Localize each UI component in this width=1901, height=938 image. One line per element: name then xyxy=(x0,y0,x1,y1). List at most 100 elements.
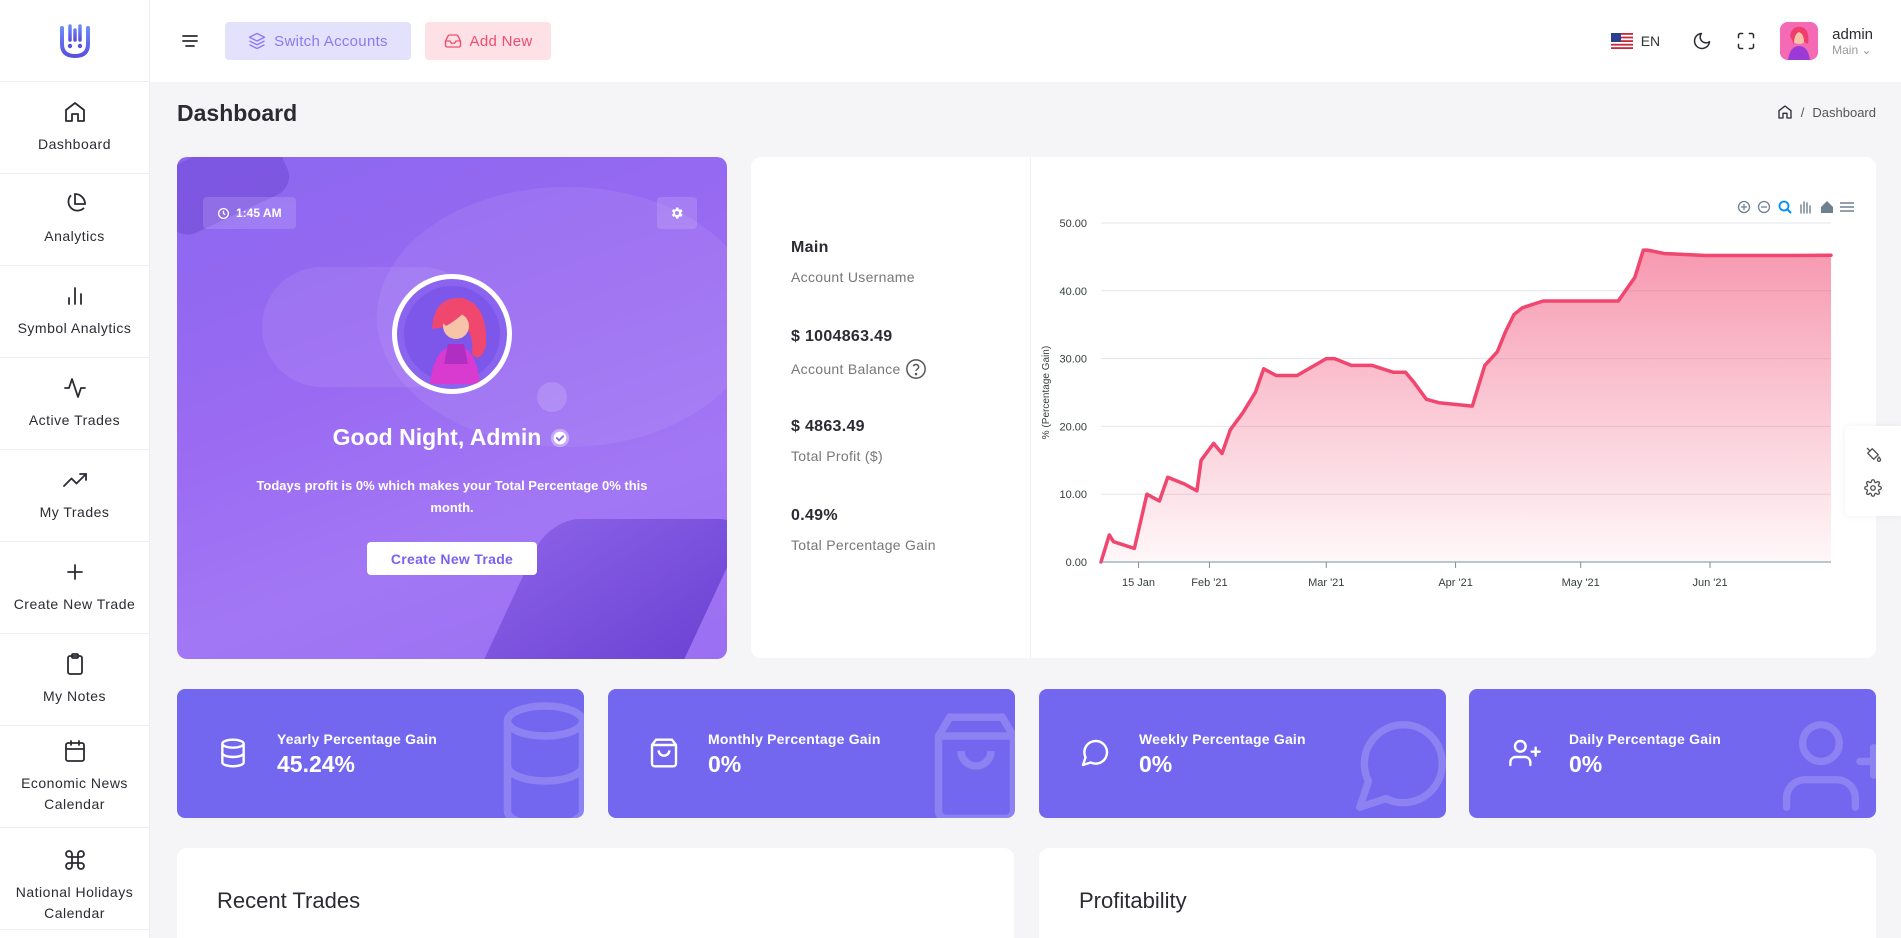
sidebar-item-my-trades[interactable]: My Trades xyxy=(0,450,149,542)
inbox-icon xyxy=(444,34,461,48)
summary-card-daily: Daily Percentage Gain 0% xyxy=(1469,689,1876,818)
decorative-ribbon xyxy=(484,519,727,659)
sidebar-item-my-notes[interactable]: My Notes xyxy=(0,634,149,726)
reset-home-icon[interactable] xyxy=(1821,201,1833,213)
sidebar-item-label: Dashboard xyxy=(38,136,111,152)
moon-icon[interactable] xyxy=(1692,31,1712,51)
message-circle-icon xyxy=(1356,721,1446,811)
percentage-gain-chart[interactable]: 0.00 10.00 20.00 30.00 40.00 50.00 15 Jan Feb '… xyxy=(1031,157,1876,658)
menu-icon[interactable] xyxy=(1840,202,1854,212)
summary-value: 45.24% xyxy=(277,751,356,777)
switch-accounts-button[interactable]: Switch Accounts xyxy=(225,22,411,60)
sidebar-item-national-holidays-calendar[interactable]: National Holidays Calendar xyxy=(0,828,149,930)
sidebar-item-label: My Notes xyxy=(42,688,107,704)
paint-bucket-icon[interactable] xyxy=(1864,445,1882,463)
sidebar-item-symbol-analytics[interactable]: Symbol Analytics xyxy=(0,266,149,358)
fullscreen-icon[interactable] xyxy=(1736,31,1756,51)
breadcrumb-current: Dashboard xyxy=(1812,104,1876,120)
summary-card-weekly: Weekly Percentage Gain 0% xyxy=(1039,689,1446,818)
y-tick-label: 50.00 xyxy=(1059,218,1087,230)
summary-title: Daily Percentage Gain xyxy=(1569,731,1722,747)
decorative-dot xyxy=(537,382,567,412)
summary-value: 0% xyxy=(1139,751,1173,777)
sidebar-item-economic-news-calendar[interactable]: Economic News Calendar xyxy=(0,726,149,828)
sidebar-item-create-new-trade[interactable]: Create New Trade xyxy=(0,542,149,634)
avatar[interactable] xyxy=(1780,22,1819,60)
menu-toggle-icon[interactable] xyxy=(180,32,200,50)
stat-total-profit: $ 4863.49 Total Profit ($) xyxy=(791,418,883,464)
app-logo[interactable] xyxy=(0,0,149,82)
pie-chart-icon xyxy=(67,193,86,212)
time-badge: 1:45 AM xyxy=(203,197,296,229)
zoom-out-icon[interactable] xyxy=(1757,200,1771,214)
add-new-button[interactable]: Add New xyxy=(425,22,551,60)
page-title: Dashboard xyxy=(177,100,298,126)
y-tick-label: 20.00 xyxy=(1059,421,1087,433)
user-plus-icon xyxy=(1509,739,1541,767)
portrait-illustration xyxy=(404,286,500,384)
bar-chart-icon xyxy=(67,287,82,305)
welcome-settings-button[interactable] xyxy=(657,197,697,229)
zoom-select-icon[interactable] xyxy=(1778,200,1792,214)
summary-value: 0% xyxy=(708,751,742,777)
us-flag-icon[interactable] xyxy=(1610,33,1633,49)
current-time: 1:45 AM xyxy=(236,206,282,220)
layers-icon xyxy=(248,32,266,50)
command-icon xyxy=(64,850,85,870)
x-tick-label: Jun '21 xyxy=(1692,577,1727,589)
sidebar-item-analytics[interactable]: Analytics xyxy=(0,174,149,266)
language-selector[interactable]: EN xyxy=(1641,33,1660,49)
recent-trades-title: Recent Trades xyxy=(217,888,361,913)
clipboard-icon xyxy=(66,653,83,675)
x-tick-label: 15 Jan xyxy=(1122,577,1155,589)
zoom-in-icon[interactable] xyxy=(1737,200,1751,214)
x-tick-label: May '21 xyxy=(1562,577,1600,589)
database-icon xyxy=(221,738,245,768)
summary-title: Weekly Percentage Gain xyxy=(1139,731,1306,747)
home-icon[interactable] xyxy=(1777,104,1793,120)
y-tick-label: 10.00 xyxy=(1059,489,1087,501)
y-tick-label: 40.00 xyxy=(1059,286,1087,298)
stat-value: 0.49% xyxy=(791,507,838,524)
welcome-message: Todays profit is 0% which makes your Tot… xyxy=(256,478,648,515)
recent-trades-card: Recent Trades xyxy=(177,848,1014,938)
y-tick-label: 30.00 xyxy=(1059,354,1087,366)
sidebar-item-label: My Trades xyxy=(39,504,110,520)
avatar-illustration xyxy=(1780,22,1819,60)
database-icon xyxy=(503,702,584,818)
stat-total-percentage: 0.49% Total Percentage Gain xyxy=(791,507,936,553)
breadcrumb: / Dashboard xyxy=(1777,104,1876,120)
profitability-card: Profitability xyxy=(1039,848,1876,938)
stat-label: Total Profit ($) xyxy=(791,448,883,464)
summary-value: 0% xyxy=(1569,751,1603,777)
sidebar-item-active-trades[interactable]: Active Trades xyxy=(0,358,149,450)
sidebar-item-dashboard[interactable]: Dashboard xyxy=(0,82,149,174)
sidebar-item-label: Create New Trade xyxy=(13,596,136,612)
chevron-down-icon: ⌄ xyxy=(1861,42,1872,57)
customizer-panel xyxy=(1845,426,1901,516)
user-plus-icon xyxy=(1782,721,1876,811)
x-tick-label: Mar '21 xyxy=(1308,577,1344,589)
help-circle-icon[interactable] xyxy=(905,358,927,380)
gear-icon[interactable] xyxy=(1864,479,1882,497)
logo-icon xyxy=(59,23,90,58)
greeting-heading: Good Night, Admin xyxy=(177,424,727,451)
chart-svg: 0.00 10.00 20.00 30.00 40.00 50.00 15 Jan Feb '… xyxy=(1041,200,1854,589)
shopping-bag-icon xyxy=(934,713,1015,818)
user-portrait xyxy=(392,274,512,394)
account-stats: Main Account Username $ 1004863.49 Accou… xyxy=(751,157,1031,658)
add-new-label: Add New xyxy=(469,32,533,50)
sidebar-item-label: National Holidays Calendar xyxy=(15,884,134,921)
x-tick-label: Feb '21 xyxy=(1191,577,1227,589)
user-menu[interactable]: admin Main ⌄ xyxy=(1832,26,1873,57)
stat-label: Account Balance xyxy=(791,358,927,380)
sidebar-item-label: Analytics xyxy=(44,228,105,244)
stat-value: Main xyxy=(791,239,829,256)
calendar-icon xyxy=(64,739,85,762)
create-new-trade-button[interactable]: Create New Trade xyxy=(367,542,537,575)
stat-label: Total Percentage Gain xyxy=(791,537,936,553)
user-account: Main ⌄ xyxy=(1832,42,1872,57)
y-axis-title: % (Percentage Gain) xyxy=(1041,346,1052,439)
stat-username: Main Account Username xyxy=(791,239,915,285)
pan-icon[interactable] xyxy=(1800,201,1811,214)
